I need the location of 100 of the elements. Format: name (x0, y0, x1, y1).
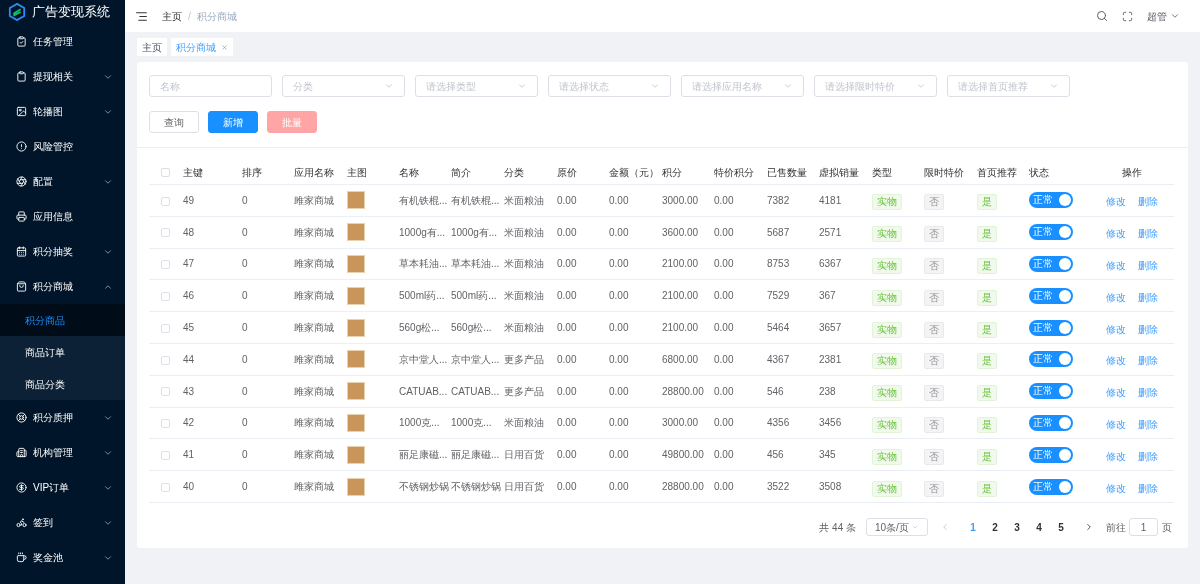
sidebar-item[interactable]: 任务管理 (0, 24, 125, 59)
table-cell: CATUAB... (397, 375, 449, 408)
status-switch[interactable]: 正常 (1029, 414, 1073, 431)
menu-icon[interactable] (135, 9, 148, 23)
search-icon[interactable] (1096, 10, 1108, 22)
table-cell: 更多产品 (502, 375, 555, 408)
next-page-icon[interactable] (1084, 522, 1094, 532)
fullscreen-icon[interactable] (1122, 10, 1133, 22)
checkbox[interactable] (161, 292, 170, 302)
action-link[interactable]: 删除 (1137, 291, 1158, 303)
checkbox[interactable] (161, 260, 170, 270)
close-icon[interactable] (221, 43, 228, 51)
status-switch[interactable]: 正常 (1029, 383, 1073, 400)
sidebar-subitem[interactable]: 积分商品 (0, 304, 125, 336)
table-cell: 0.00 (555, 216, 607, 249)
table-cell: 0 (240, 216, 292, 249)
user-menu[interactable]: 超管 (1147, 8, 1167, 24)
column-header: 金额（元） (607, 160, 660, 185)
table-cell: 有机铁棍... (449, 184, 502, 217)
page-size-select[interactable]: 10条/页 (866, 518, 928, 536)
table-cell: 0 (240, 407, 292, 439)
action-link[interactable]: 修改 (1105, 260, 1126, 271)
tag: 否 (924, 448, 944, 465)
status-switch[interactable]: 正常 (1029, 192, 1073, 209)
page-tab[interactable]: 主页 (137, 38, 167, 56)
sidebar-item[interactable]: 轮播图 (0, 94, 125, 129)
sidebar-item[interactable]: 签到 (0, 505, 125, 540)
action-link[interactable]: 修改 (1105, 323, 1126, 335)
status-switch[interactable]: 正常 (1029, 287, 1073, 304)
sidebar-item[interactable]: 机构管理 (0, 435, 125, 470)
breadcrumb-item[interactable]: 主页 (162, 8, 182, 24)
checkbox[interactable] (161, 482, 170, 492)
action-link[interactable]: 修改 (1105, 228, 1126, 240)
checkbox[interactable] (161, 228, 170, 238)
table-cell: 43 (181, 375, 240, 408)
sidebar-item[interactable]: 奖金池 (0, 540, 125, 575)
status-switch[interactable]: 正常 (1029, 446, 1073, 463)
photo-placeholder (347, 318, 365, 337)
table-cell: 雎家商城 (292, 438, 345, 471)
sidebar-item[interactable]: 积分商城 (0, 269, 125, 304)
action-link[interactable]: 删除 (1137, 196, 1158, 208)
checkbox[interactable] (161, 451, 170, 461)
sidebar-item[interactable]: 配置 (0, 164, 125, 199)
sidebar-item[interactable]: 风险管控 (0, 129, 125, 164)
checkbox[interactable] (161, 196, 170, 206)
page-number[interactable]: 2 (984, 519, 1006, 535)
tag: 实物 (872, 416, 902, 433)
action-link[interactable]: 删除 (1137, 450, 1158, 462)
action-link[interactable]: 删除 (1137, 260, 1158, 271)
action-button[interactable]: 新增 (208, 111, 258, 133)
table-cell: 40 (181, 470, 240, 503)
action-link[interactable]: 修改 (1105, 482, 1126, 494)
status-switch[interactable]: 正常 (1029, 256, 1073, 272)
action-link[interactable]: 删除 (1137, 387, 1158, 399)
action-link[interactable]: 修改 (1105, 418, 1126, 430)
action-link[interactable]: 删除 (1137, 482, 1158, 494)
page-tab[interactable]: 积分商城 (171, 38, 233, 56)
table-cell: 2100.00 (660, 279, 712, 312)
table-cell: 7529 (765, 279, 817, 312)
action-link[interactable]: 修改 (1105, 196, 1126, 208)
sidebar-item[interactable]: 积分质押 (0, 400, 125, 435)
status-switch[interactable]: 正常 (1029, 224, 1073, 241)
checkbox[interactable] (161, 387, 170, 397)
prev-page-icon[interactable] (940, 522, 950, 532)
page-number[interactable]: 1 (962, 519, 984, 535)
checkbox[interactable] (161, 168, 170, 178)
action-link[interactable]: 修改 (1105, 387, 1126, 399)
status-switch[interactable]: 正常 (1029, 351, 1073, 368)
action-link[interactable]: 修改 (1105, 291, 1126, 303)
sidebar-item[interactable]: VIP订单 (0, 470, 125, 505)
table-cell: 草本耗油... (449, 248, 502, 280)
action-link[interactable]: 删除 (1137, 355, 1158, 367)
table-cell: 0.00 (607, 279, 660, 312)
page-number[interactable]: 4 (1028, 519, 1050, 535)
checkbox[interactable] (161, 355, 170, 365)
status-switch[interactable]: 正常 (1029, 478, 1073, 495)
action-button[interactable]: 查询 (149, 111, 199, 133)
page-input[interactable]: 1 (1129, 518, 1158, 536)
table-cell: 米面粮油 (502, 216, 555, 249)
checkbox[interactable] (161, 419, 170, 429)
sidebar-subitem[interactable]: 商品订单 (0, 336, 125, 368)
action-link[interactable]: 删除 (1137, 418, 1158, 430)
sidebar-subitem[interactable]: 商品分类 (0, 368, 125, 400)
photo-placeholder (347, 223, 365, 242)
action-link[interactable]: 删除 (1137, 323, 1158, 335)
action-link[interactable]: 修改 (1105, 355, 1126, 367)
table-cell: 0 (240, 248, 292, 280)
sidebar-item[interactable]: 应用信息 (0, 199, 125, 234)
name-field[interactable]: 名称 (149, 75, 272, 97)
page-number[interactable]: 3 (1006, 519, 1028, 535)
table-cell: 49 (181, 184, 240, 217)
table-cell: 米面粮油 (502, 184, 555, 217)
sidebar-item[interactable]: 提现相关 (0, 59, 125, 94)
page-number[interactable]: 5 (1050, 519, 1072, 535)
table-cell: 560g松... (449, 311, 502, 344)
checkbox[interactable] (161, 323, 170, 333)
sidebar-item[interactable]: 积分抽奖 (0, 234, 125, 269)
status-switch[interactable]: 正常 (1029, 319, 1073, 336)
action-link[interactable]: 删除 (1137, 228, 1158, 240)
action-link[interactable]: 修改 (1105, 450, 1126, 462)
